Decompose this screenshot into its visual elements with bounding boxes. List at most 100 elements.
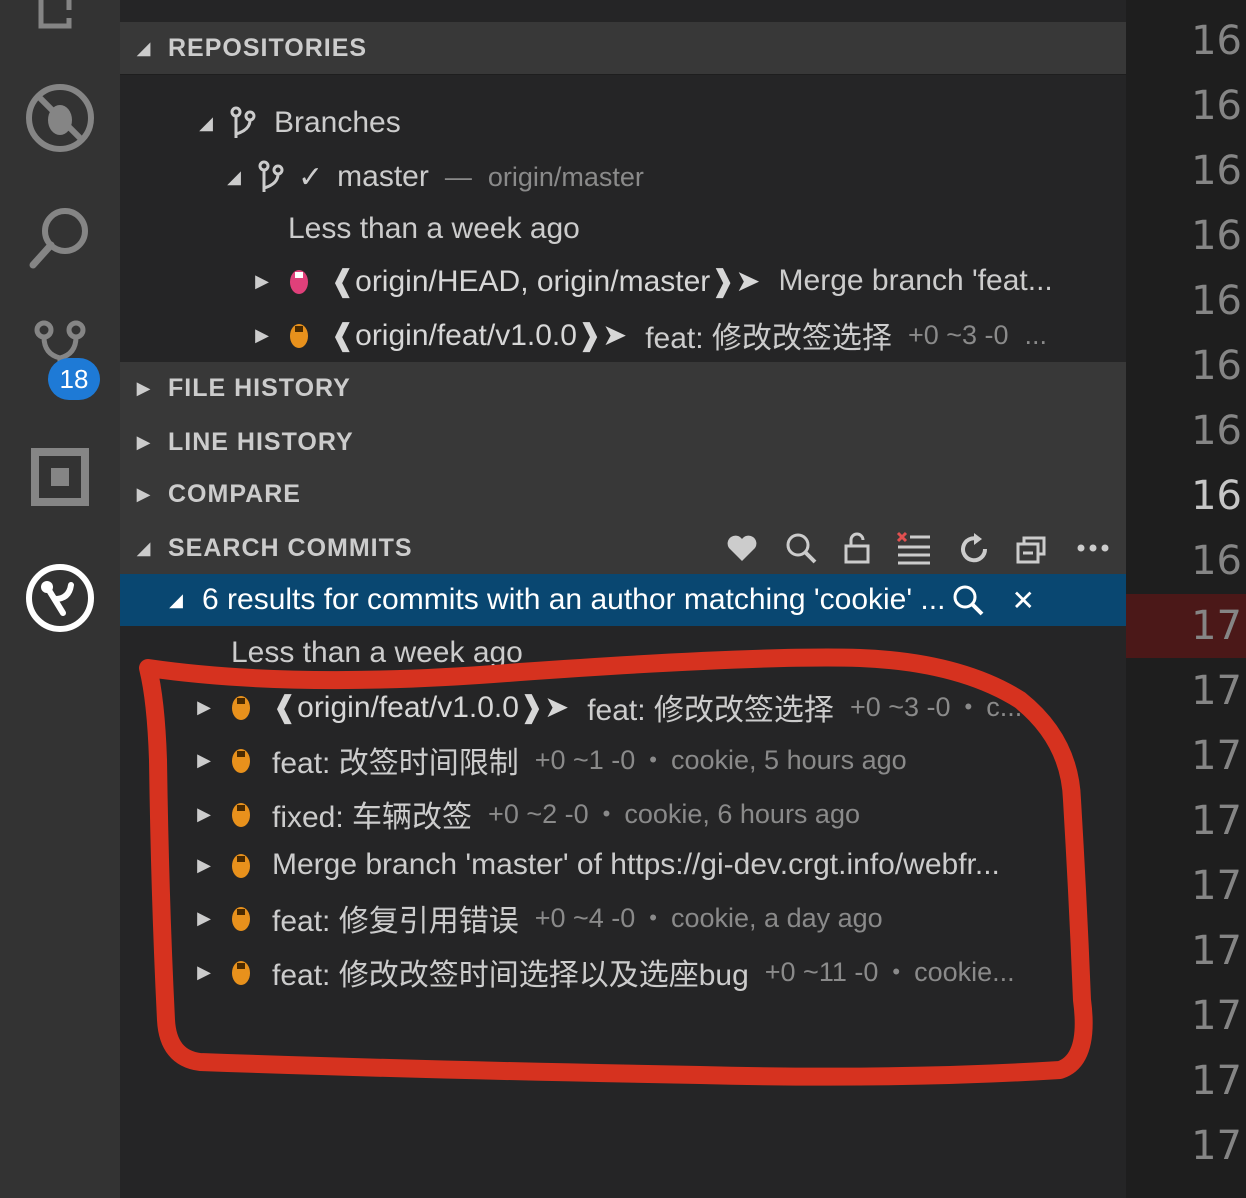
line-number: 17 bbox=[1191, 928, 1242, 974]
line-number: 16 bbox=[1191, 473, 1242, 519]
search-commits-header[interactable]: ◢ SEARCH COMMITS bbox=[120, 522, 1126, 574]
date-group-text: Less than a week ago bbox=[288, 212, 580, 245]
separator-dot: • bbox=[892, 959, 901, 984]
unlock-icon[interactable] bbox=[844, 532, 870, 564]
branch-separator: — bbox=[444, 161, 472, 192]
expand-caret-icon: ▶ bbox=[197, 749, 211, 770]
refresh-icon[interactable] bbox=[958, 531, 990, 565]
gitlens-icon[interactable] bbox=[0, 563, 120, 633]
line-number: 16 bbox=[1191, 343, 1242, 389]
search-icon[interactable] bbox=[0, 205, 120, 271]
expand-caret-icon: ▶ bbox=[197, 696, 211, 717]
line-number: 17 bbox=[1191, 1123, 1242, 1169]
clear-list-icon[interactable] bbox=[896, 531, 932, 565]
line-number: 17 bbox=[1191, 993, 1242, 1039]
close-icon[interactable]: ✕ bbox=[1011, 584, 1034, 617]
result-commit-row[interactable]: ▶ feat: 修改改签时间选择以及选座bug +0 ~11 -0 • cook… bbox=[120, 946, 1126, 998]
search-results-node[interactable]: ◢ 6 results for commits with an author m… bbox=[120, 574, 1126, 626]
repositories-title: REPOSITORIES bbox=[168, 33, 368, 62]
expand-caret-icon: ◢ bbox=[199, 112, 213, 133]
expand-caret-icon: ▶ bbox=[197, 803, 211, 824]
separator-dot: • bbox=[602, 801, 611, 826]
result-commit-row[interactable]: ▶ Merge branch 'master' of https://gi-de… bbox=[120, 839, 1126, 891]
commit-message: feat: 修改改签时间选择以及选座bug bbox=[272, 959, 749, 992]
collapse-caret-icon: ◢ bbox=[136, 37, 152, 58]
commit-refs: ❰origin/feat/v1.0.0❱➤ bbox=[272, 690, 570, 724]
commit-meta: cookie... bbox=[914, 956, 1015, 987]
search-toolbar bbox=[726, 522, 1110, 574]
line-number: 16 bbox=[1191, 538, 1242, 584]
expand-caret-icon: ▶ bbox=[197, 961, 211, 982]
extensions-icon[interactable] bbox=[0, 448, 120, 506]
file-history-title: FILE HISTORY bbox=[168, 373, 351, 402]
scm-badge: 18 bbox=[48, 358, 100, 400]
avatar-icon bbox=[232, 749, 250, 773]
search-icon[interactable] bbox=[784, 531, 818, 565]
commit-message: Merge branch 'feat... bbox=[778, 264, 1053, 297]
commit-row[interactable]: ▶ ❰origin/feat/v1.0.0❱➤ feat: 修改改签选择 +0 … bbox=[120, 309, 1126, 361]
commit-refs: ❰origin/feat/v1.0.0❱➤ bbox=[330, 318, 628, 352]
result-commit-row[interactable]: ▶ feat: 修复引用错误 +0 ~4 -0 • cookie, a day … bbox=[120, 892, 1126, 944]
branch-master-node[interactable]: ◢ ✓ master — origin/master bbox=[120, 151, 1126, 203]
debug-icon[interactable] bbox=[0, 82, 120, 154]
line-number: 16 bbox=[1191, 18, 1242, 64]
commit-meta: cookie, a day ago bbox=[671, 902, 883, 933]
repositories-header[interactable]: ◢ REPOSITORIES bbox=[120, 22, 1126, 75]
line-number: 16 bbox=[1191, 408, 1242, 454]
search-icon[interactable] bbox=[951, 583, 985, 617]
check-icon: ✓ bbox=[298, 160, 324, 194]
expand-caret-icon: ◢ bbox=[227, 166, 241, 187]
expand-caret-icon: ▶ bbox=[197, 907, 211, 928]
commit-stats: +0 ~3 -0 bbox=[907, 319, 1009, 350]
search-commits-title: SEARCH COMMITS bbox=[168, 533, 413, 562]
compare-header[interactable]: ▶ COMPARE bbox=[120, 468, 1126, 520]
expand-caret-icon: ▶ bbox=[136, 431, 152, 452]
separator-dot: • bbox=[649, 747, 657, 772]
commit-message: feat: 改签时间限制 bbox=[272, 747, 519, 780]
branch-name: master bbox=[337, 160, 429, 193]
avatar-icon bbox=[290, 324, 308, 348]
line-number: 16 bbox=[1191, 83, 1242, 129]
result-commit-row[interactable]: ▶ ❰origin/feat/v1.0.0❱➤ feat: 修改改签选择 +0 … bbox=[120, 681, 1126, 733]
expand-caret-icon: ▶ bbox=[255, 270, 269, 291]
result-commit-row[interactable]: ▶ feat: 改签时间限制 +0 ~1 -0 • cookie, 5 hour… bbox=[120, 734, 1126, 786]
branches-label: Branches bbox=[274, 106, 401, 139]
date-group-text: Less than a week ago bbox=[231, 636, 523, 669]
avatar-icon bbox=[232, 854, 250, 878]
search-results-title: 6 results for commits with an author mat… bbox=[202, 583, 946, 616]
commit-message: fixed: 车辆改签 bbox=[272, 801, 473, 834]
line-number: 16 bbox=[1191, 148, 1242, 194]
branches-node[interactable]: ◢ Branches bbox=[120, 97, 1126, 149]
line-number: 17 bbox=[1191, 603, 1242, 649]
file-history-header[interactable]: ▶ FILE HISTORY bbox=[120, 362, 1126, 414]
collapse-caret-icon: ◢ bbox=[169, 589, 183, 610]
separator-dot: • bbox=[649, 905, 657, 930]
line-history-title: LINE HISTORY bbox=[168, 427, 354, 456]
more-icon[interactable] bbox=[1076, 543, 1110, 553]
line-history-header[interactable]: ▶ LINE HISTORY bbox=[120, 416, 1126, 468]
collapse-caret-icon: ◢ bbox=[136, 537, 152, 558]
expand-caret-icon: ▶ bbox=[136, 377, 152, 398]
avatar-icon bbox=[232, 907, 250, 931]
commit-stats: +0 ~1 -0 bbox=[534, 744, 636, 775]
result-commit-row[interactable]: ▶ fixed: 车辆改签 +0 ~2 -0 • cookie, 6 hours… bbox=[120, 788, 1126, 840]
line-number: 17 bbox=[1191, 863, 1242, 909]
commit-message: feat: 修改改签选择 bbox=[645, 322, 892, 355]
files-icon[interactable] bbox=[0, 0, 120, 34]
commit-row[interactable]: ▶ ❰origin/HEAD, origin/master❱➤ Merge br… bbox=[120, 255, 1126, 307]
heart-icon[interactable] bbox=[726, 533, 758, 563]
avatar-icon bbox=[232, 696, 250, 720]
activity-bar: 18 bbox=[0, 0, 120, 1198]
commit-stats: +0 ~11 -0 bbox=[764, 956, 879, 987]
commit-refs: ❰origin/HEAD, origin/master❱➤ bbox=[330, 264, 761, 298]
date-group-label: Less than a week ago bbox=[120, 203, 1126, 255]
branch-icon bbox=[258, 160, 284, 192]
commit-meta: cookie, 5 hours ago bbox=[671, 744, 907, 775]
collapse-all-icon[interactable] bbox=[1016, 532, 1050, 564]
separator-dot: • bbox=[964, 694, 973, 719]
avatar-icon bbox=[290, 270, 308, 294]
commit-message: feat: 修改改签选择 bbox=[587, 694, 834, 727]
gitlens-sidebar: ◢ REPOSITORIES ◢ Branches ◢ ✓ master — o… bbox=[120, 0, 1126, 1198]
commit-stats: +0 ~4 -0 bbox=[534, 902, 636, 933]
compare-title: COMPARE bbox=[168, 479, 301, 508]
